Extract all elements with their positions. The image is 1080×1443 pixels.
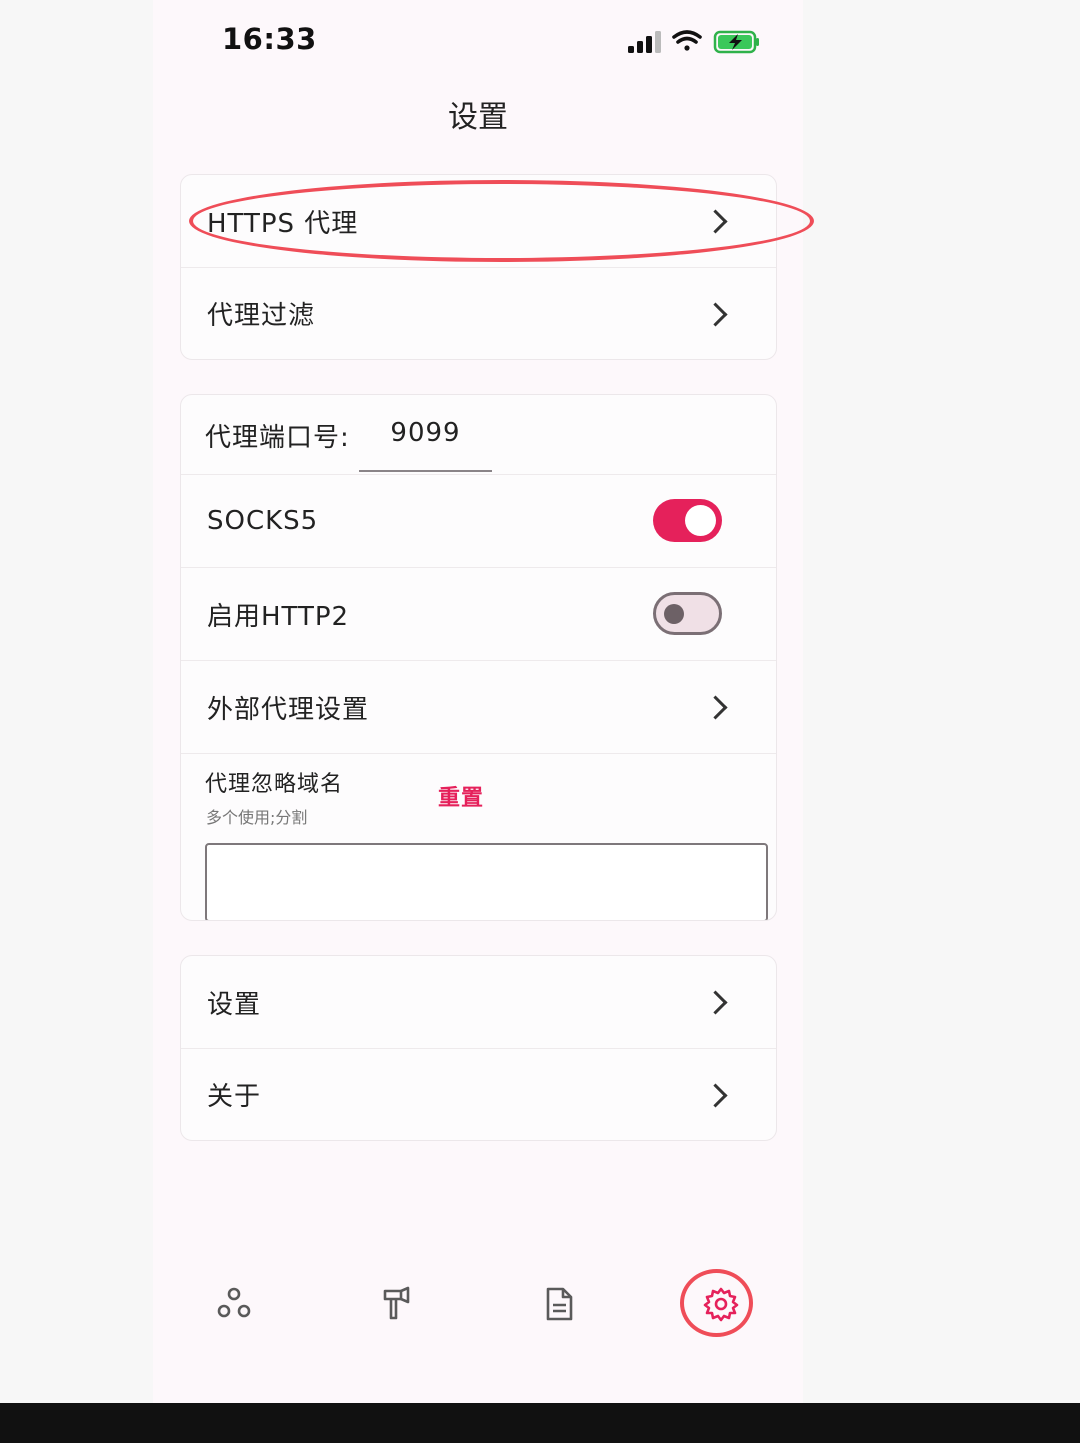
- nodes-icon[interactable]: [210, 1280, 258, 1328]
- socks5-label: SOCKS5: [207, 506, 319, 536]
- highlight-annotation-circle: [680, 1269, 753, 1337]
- chevron-right-icon: [703, 1082, 728, 1108]
- http2-label: 启用HTTP2: [207, 601, 350, 632]
- chevron-right-icon: [703, 301, 728, 327]
- http2-row: 启用HTTP2: [181, 567, 776, 660]
- ignore-domains-title: 代理忽略域名: [205, 772, 344, 797]
- chevron-right-icon: [703, 990, 728, 1015]
- bottom-black-bar: [0, 1403, 1080, 1443]
- http2-toggle[interactable]: [653, 592, 722, 635]
- external-proxy-item[interactable]: 外部代理设置: [181, 660, 776, 753]
- about-item[interactable]: 关于: [181, 1048, 776, 1140]
- port-row: 代理端口号: 9099: [181, 395, 776, 474]
- status-icons: [628, 30, 759, 54]
- hammer-icon[interactable]: [373, 1280, 421, 1328]
- ignore-domains-hint: 多个使用;分割: [206, 808, 308, 827]
- battery-charging-icon: [713, 30, 759, 54]
- ignore-domains-section: 代理忽略域名 多个使用;分割 重置: [181, 753, 776, 920]
- document-icon[interactable]: [535, 1280, 583, 1328]
- page-title: 设置: [448, 100, 508, 135]
- wifi-icon: [672, 30, 702, 51]
- network-card: 代理端口号: 9099 SOCKS5 启用HTTP2 外部代理设置 代理忽略域名…: [180, 394, 777, 921]
- socks5-row: SOCKS5: [181, 474, 776, 567]
- toggle-knob: [664, 604, 684, 624]
- toggle-knob: [685, 505, 716, 536]
- proxy-filter-item[interactable]: 代理过滤: [181, 267, 776, 359]
- ignore-domains-input[interactable]: [205, 843, 768, 920]
- socks5-toggle[interactable]: [653, 499, 722, 542]
- reset-button[interactable]: 重置: [438, 780, 484, 812]
- chevron-right-icon: [703, 695, 728, 720]
- status-time: 16:33: [222, 22, 317, 56]
- port-input[interactable]: 9099: [359, 395, 492, 472]
- highlight-annotation-oval: [189, 180, 814, 262]
- external-proxy-label: 外部代理设置: [207, 694, 370, 725]
- signal-icon: [628, 31, 661, 53]
- about-label: 关于: [207, 1082, 262, 1112]
- settings-label: 设置: [207, 989, 262, 1020]
- proxy-filter-label: 代理过滤: [207, 301, 316, 331]
- misc-card: 设置 关于: [180, 955, 777, 1141]
- port-label: 代理端口号:: [205, 423, 350, 453]
- settings-item[interactable]: 设置: [181, 956, 776, 1048]
